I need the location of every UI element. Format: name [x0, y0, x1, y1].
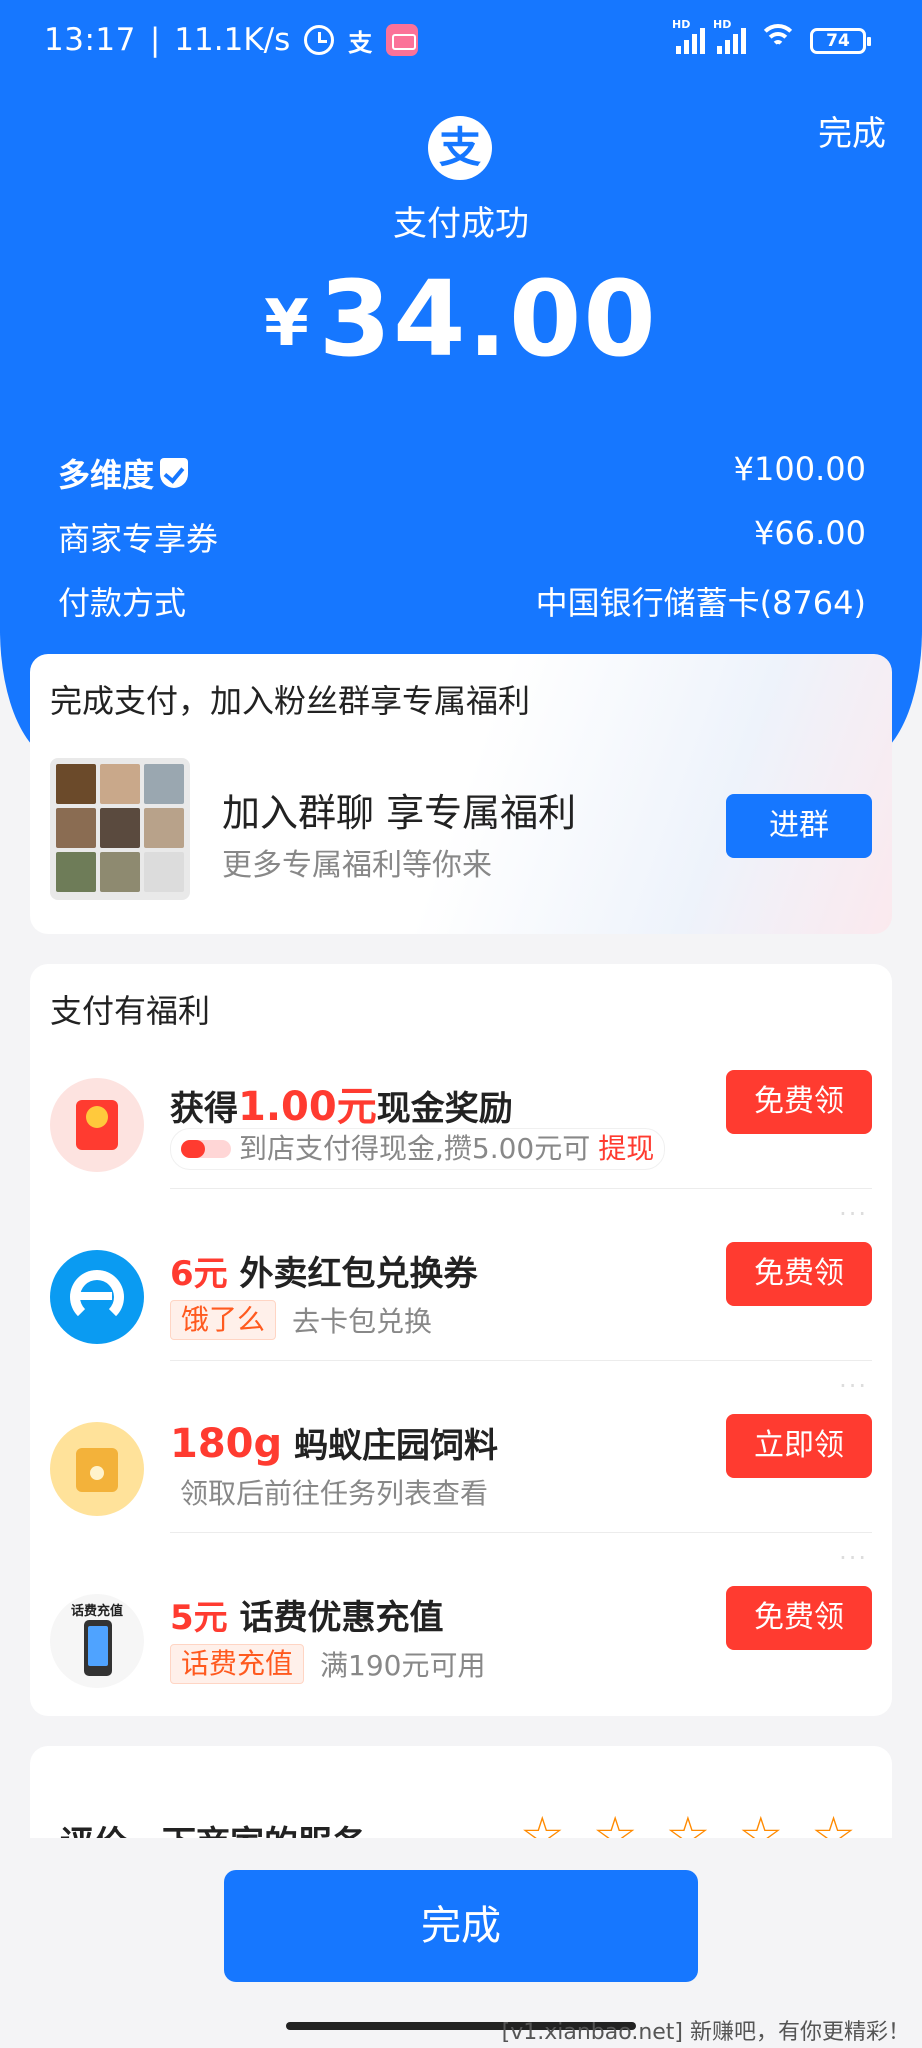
status-time: 13:17	[44, 22, 136, 58]
payment-method-label: 付款方式	[58, 584, 187, 622]
recharge-tag: 话费充值	[170, 1644, 305, 1684]
divider	[170, 1360, 872, 1361]
coupon-row: 商家专享券 ¥66.00	[58, 514, 866, 560]
battery-icon: 74	[810, 28, 871, 54]
status-separator: |	[149, 22, 161, 58]
group-avatar	[50, 758, 190, 900]
more-options-icon[interactable]: ···	[839, 1372, 868, 1400]
group-title: 加入群聊 享专属福利	[222, 791, 577, 835]
divider	[170, 1188, 872, 1189]
network-speed: 11.1K/s	[174, 22, 291, 58]
benefit-title-highlight: 180g	[170, 1421, 283, 1467]
verified-shield-icon	[160, 458, 189, 488]
benefit-subtitle: 饿了么 去卡包兑换	[170, 1300, 432, 1340]
merchant-amount: ¥100.00	[733, 450, 866, 488]
benefit-title-highlight: 1.00元	[238, 1084, 377, 1130]
benefit-title: 6元 外卖红包兑换券	[170, 1246, 478, 1295]
progress-toggle-icon	[181, 1140, 231, 1158]
eleme-tag: 饿了么	[170, 1300, 277, 1340]
benefit-subtitle: 领取后前往任务列表查看	[180, 1472, 488, 1512]
withdraw-highlight: 提现	[598, 1132, 655, 1165]
alarm-icon	[304, 25, 335, 55]
benefit-title-highlight: 6元	[170, 1254, 228, 1294]
cash-progress-pill: 到店支付得现金,攒5.00元可 提现	[170, 1128, 666, 1170]
benefit-sub-text: 满190元可用	[320, 1649, 486, 1682]
more-options-icon[interactable]: ···	[839, 1200, 868, 1228]
header-background	[0, 0, 922, 760]
hd-label: HD	[713, 18, 732, 31]
benefit-title-post: 话费优惠充值	[239, 1598, 444, 1638]
hd-label: HD	[672, 18, 691, 31]
status-left: 13:17 | 11.1K/s 支	[44, 22, 419, 58]
benefits-card: 支付有福利 获得1.00元现金奖励 到店支付得现金,攒5.00元可 提现 免费领 …	[30, 964, 892, 1716]
benefit-item-cash-reward: 获得1.00元现金奖励 到店支付得现金,攒5.00元可 提现 免费领	[30, 1064, 892, 1236]
claim-recharge-button[interactable]: 免费领	[726, 1586, 872, 1650]
payment-status-title: 支付成功	[393, 204, 529, 244]
benefit-sub-text: 到店支付得现金,攒5.00元可	[239, 1132, 591, 1165]
benefit-item-takeout-coupon: 6元 外卖红包兑换券 饿了么 去卡包兑换 免费领	[30, 1236, 892, 1408]
benefit-title-pre: 获得	[170, 1089, 238, 1129]
status-right: HD HD 74	[672, 18, 871, 54]
more-options-icon[interactable]: ···	[839, 1544, 868, 1572]
bottom-bar: 完成 [v1.xianbao.net] 新赚吧，有你更精彩！	[0, 1838, 922, 2048]
status-bar: 13:17 | 11.1K/s 支 HD HD 74	[0, 0, 922, 84]
claim-cash-button[interactable]: 免费领	[726, 1070, 872, 1134]
payment-amount: ¥34.00	[0, 258, 922, 380]
wifi-icon	[758, 24, 798, 54]
alipay-logo-icon: 支	[428, 116, 492, 180]
signal-icon: HD	[713, 18, 746, 54]
benefit-title-post: 蚂蚁庄园饲料	[293, 1426, 498, 1466]
payment-method-value: 中国银行储蓄卡(8764)	[535, 584, 866, 622]
benefit-item-feed: 180g 蚂蚁庄园饲料 领取后前往任务列表查看 立即领	[30, 1408, 892, 1580]
benefit-sub-text: 领取后前往任务列表查看	[180, 1477, 489, 1510]
signal-icon: HD	[672, 18, 705, 54]
fans-group-card-title: 完成支付，加入粉丝群享专属福利	[50, 682, 531, 720]
benefit-title-post: 现金奖励	[376, 1089, 513, 1129]
benefit-subtitle: 话费充值 满190元可用	[170, 1644, 485, 1684]
bilibili-notification-icon	[386, 24, 419, 56]
claim-feed-button[interactable]: 立即领	[726, 1414, 872, 1478]
amount-value: 34.00	[318, 258, 658, 380]
merchant-row: 多维度 ¥100.00	[58, 450, 866, 496]
phone-recharge-icon: 话费充值	[50, 1594, 144, 1688]
feed-bag-icon	[50, 1422, 144, 1516]
benefit-title-highlight: 5元	[170, 1598, 228, 1638]
watermark-text: [v1.xianbao.net] 新赚吧，有你更精彩！	[501, 2020, 910, 2045]
currency-symbol: ¥	[264, 287, 309, 361]
coupon-amount: ¥66.00	[754, 514, 866, 552]
alipay-notification-icon: 支	[348, 28, 373, 57]
merchant-name: 多维度	[58, 456, 155, 494]
done-button[interactable]: 完成	[224, 1870, 698, 1982]
coupon-label: 商家专享券	[58, 520, 219, 558]
divider	[170, 1532, 872, 1533]
benefit-title: 180g 蚂蚁庄园饲料	[170, 1418, 498, 1467]
phone-recharge-icon-text: 话费充值	[70, 1604, 123, 1619]
benefit-title: 获得1.00元现金奖励	[170, 1074, 513, 1132]
benefit-sub-text: 去卡包兑换	[292, 1305, 433, 1338]
eleme-logo-icon	[50, 1250, 144, 1344]
claim-takeout-button[interactable]: 免费领	[726, 1242, 872, 1306]
payment-method-row: 付款方式 中国银行储蓄卡(8764)	[58, 578, 866, 624]
benefit-title: 5元 话费优惠充值	[170, 1590, 444, 1639]
benefit-item-phone-recharge: 话费充值 5元 话费优惠充值 话费充值 满190元可用 免费领	[30, 1580, 892, 1752]
done-link-top[interactable]: 完成	[818, 106, 886, 155]
benefit-subtitle: 到店支付得现金,攒5.00元可 提现	[170, 1128, 666, 1170]
join-group-button[interactable]: 进群	[726, 794, 872, 858]
fans-group-card: 完成支付，加入粉丝群享专属福利 加入群聊 享专属福利 更多专属福利等你来 进群	[30, 654, 892, 934]
group-subtitle: 更多专属福利等你来	[222, 848, 492, 883]
red-envelope-icon	[50, 1078, 144, 1172]
benefits-card-title: 支付有福利	[50, 992, 211, 1030]
merchant-label: 多维度	[58, 450, 189, 496]
benefit-title-post: 外卖红包兑换券	[239, 1254, 478, 1294]
